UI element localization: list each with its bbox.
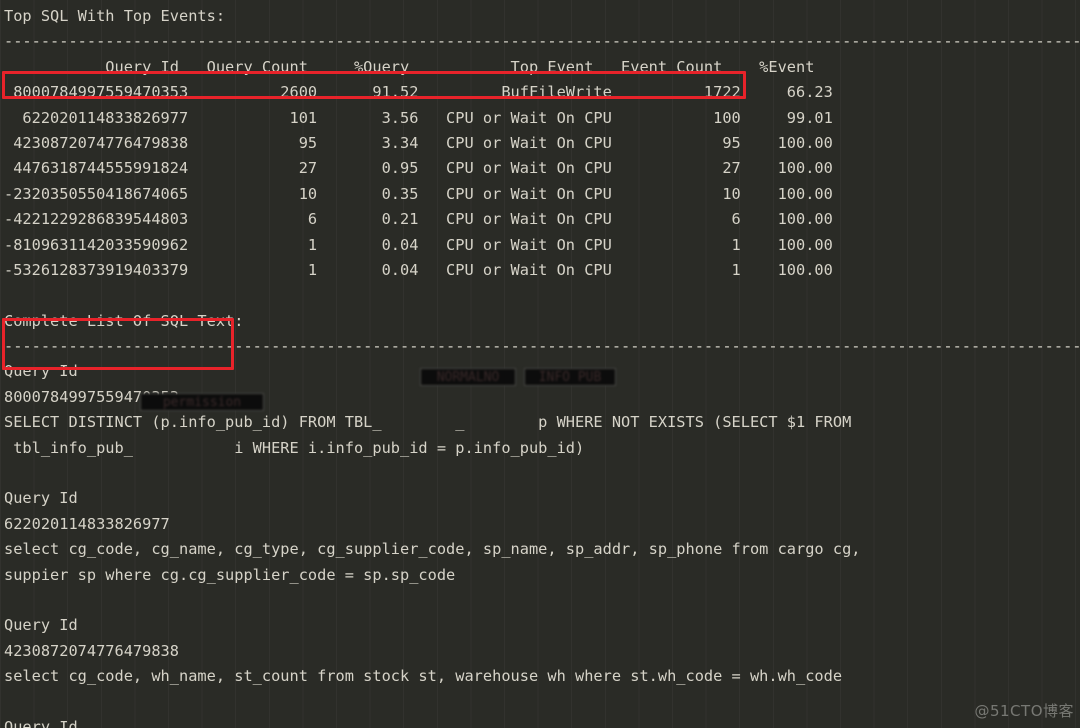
sql-block-text: SELECT DISTINCT (p.info_pub_id) FROM TBL… (4, 413, 852, 432)
table-header-top-sql: Query Id Query Count %Query Top Event Ev… (105, 57, 815, 76)
sql-block-header: Query Id Sample Count + (4, 362, 78, 381)
section-title-sql-text: Complete List Of SQL Text: + (4, 311, 244, 330)
sql-block-text: suppier sp where cg.cg_supplier_code = s… (4, 565, 456, 584)
divider-top: ----------------------------------------… (4, 32, 1080, 51)
blank-line: + (0, 461, 1080, 486)
sql-block-header: Query Id Sample Count + (4, 489, 78, 508)
terminal-screen: Top SQL With Top Events: + -------------… (0, 0, 1080, 728)
sql-block-header: Query Id Sample Count + (4, 616, 78, 635)
section-title-top-sql: Top SQL With Top Events: + (4, 7, 226, 25)
sql-block-header: Query Id Sample Count + (4, 717, 78, 728)
table-row: 4230872074776479838 95 3.34 CPU or Wait … (13, 133, 833, 152)
table-row: -2320350550418674065 10 0.35 CPU or Wait… (4, 184, 833, 203)
sql-block-text: select cg_code, cg_name, cg_type, cg_sup… (4, 540, 861, 559)
sql-block-text: tbl_info_pub_ i WHERE i.info_pub_id = p.… (13, 438, 585, 457)
table-row: -8109631142033590962 1 0.04 CPU or Wait … (4, 235, 833, 254)
blank-line: + (0, 690, 1080, 715)
table-row: 4476318744555991824 27 0.95 CPU or Wait … (13, 159, 833, 178)
terminal-output[interactable]: Top SQL With Top Events: + -------------… (0, 0, 1080, 728)
divider-sql-text: ----------------------------------------… (4, 337, 1080, 356)
table-row: 622020114833826977 101 3.56 CPU or Wait … (22, 108, 833, 127)
table-row: 8000784997559470353 2600 91.52 BufFileWr… (13, 83, 833, 102)
blank-line: + (0, 283, 1080, 308)
table-row: -4221229286839544803 6 0.21 CPU or Wait … (4, 210, 833, 229)
sql-block-query-id: 622020114833826977 101 + (4, 514, 170, 533)
sql-block-query-id: 8000784997559470353 2600 + (4, 387, 179, 406)
blank-line: + (0, 588, 1080, 613)
sql-block-query-id: 4230872074776479838 95 + (4, 641, 179, 660)
sql-block-text: select cg_code, wh_name, st_count from s… (4, 667, 843, 686)
table-row: -5326128373919403379 1 0.04 CPU or Wait … (4, 260, 833, 279)
